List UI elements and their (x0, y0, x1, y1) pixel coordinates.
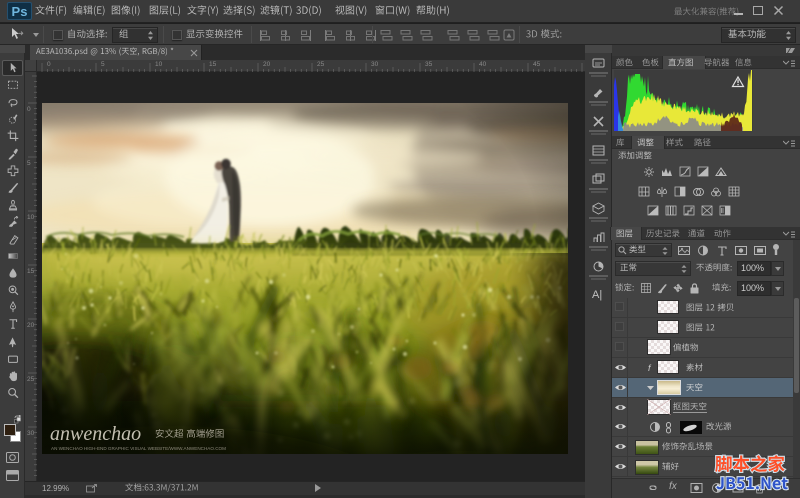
svg-text:anwenchao: anwenchao (50, 423, 141, 445)
svg-text:AN WENCHAO HIGH-END GRAPHIC VI: AN WENCHAO HIGH-END GRAPHIC VISUAL WEBSI… (51, 446, 226, 451)
